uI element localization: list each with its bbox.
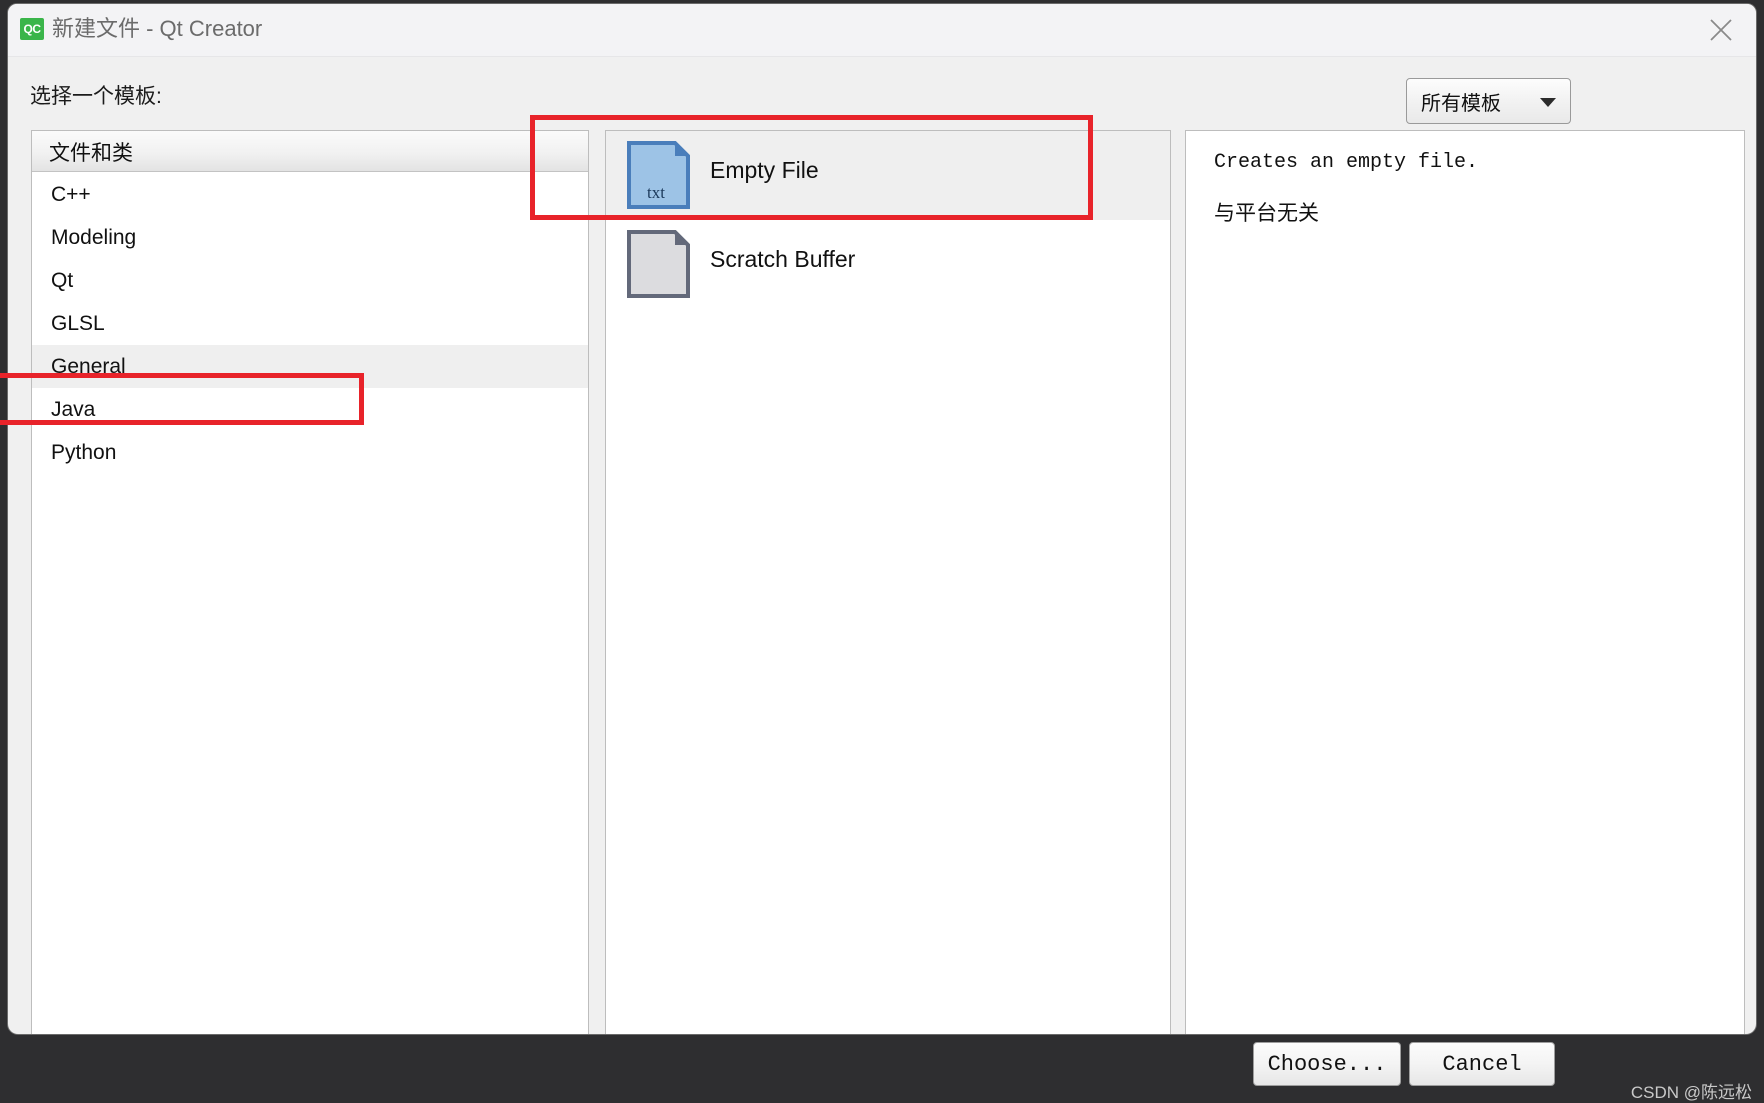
template-list: txt Empty File Scratch Buffer [606,131,1170,309]
category-list: C++ Modeling Qt GLSL General Java Python [32,173,588,474]
template-item-label: Scratch Buffer [710,246,856,272]
category-list-header: 文件和类 [32,131,588,172]
template-panel: txt Empty File Scratch Buffer [605,130,1171,1034]
file-extension-label: txt [647,183,665,202]
text-file-icon: txt [627,141,699,211]
watermark: CSDN @陈远松 [1630,1083,1752,1102]
category-panel: 文件和类 C++ Modeling Qt GLSL General Java P… [31,130,589,1034]
template-item-label: Empty File [710,157,819,183]
window-title: 新建文件 - Qt Creator [52,16,263,41]
blank-file-icon [627,230,699,300]
description-platform-note: 与平台无关 [1214,202,1319,225]
category-item-java[interactable]: Java [32,388,588,431]
category-list-header-label: 文件和类 [49,142,133,165]
new-file-dialog: QC 新建文件 - Qt Creator 选择一个模板: 所有模板 文件和类 C… [8,4,1756,1034]
template-filter-combobox[interactable]: 所有模板 [1406,78,1571,124]
description-text: Creates an empty file. [1214,151,1479,174]
title-bar: QC 新建文件 - Qt Creator [8,4,1756,57]
template-item-empty-file[interactable]: txt Empty File [606,131,1170,220]
close-icon [1710,19,1732,41]
choose-button[interactable]: Choose... [1253,1042,1401,1086]
description-panel: Creates an empty file. 与平台无关 [1185,130,1745,1034]
template-filter-value: 所有模板 [1421,93,1501,115]
qt-creator-icon: QC [20,18,44,40]
select-template-label: 选择一个模板: [30,85,162,108]
category-item-modeling[interactable]: Modeling [32,216,588,259]
category-item-qt[interactable]: Qt [32,259,588,302]
close-button[interactable] [1692,6,1750,52]
template-item-scratch-buffer[interactable]: Scratch Buffer [606,220,1170,309]
cancel-button[interactable]: Cancel [1409,1042,1555,1086]
category-item-cpp[interactable]: C++ [32,173,588,216]
category-item-general[interactable]: General [32,345,588,388]
category-item-glsl[interactable]: GLSL [32,302,588,345]
category-item-python[interactable]: Python [32,431,588,474]
chevron-down-icon [1540,98,1556,107]
